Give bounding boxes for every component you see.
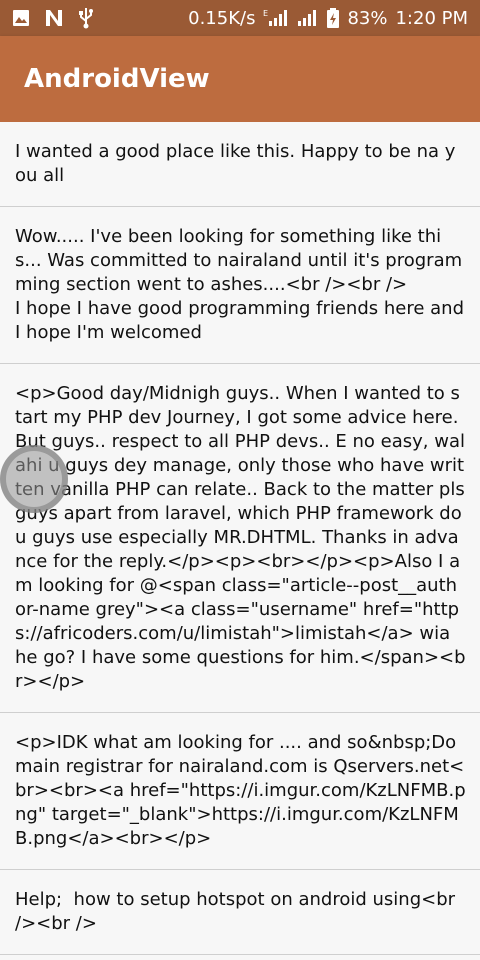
list-item[interactable]: Wow..... I've been looking for something… xyxy=(0,207,480,364)
status-bar: 0.15K/s E 83% 1:20 PM xyxy=(0,0,480,36)
app-bar: AndroidView xyxy=(0,36,480,122)
list-item[interactable]: Help; how to setup hotspot on android us… xyxy=(0,870,480,955)
post-text: I wanted a good place like this. Happy t… xyxy=(15,141,456,186)
battery-percent: 83% xyxy=(347,7,388,29)
status-bar-system: 0.15K/s E 83% 1:20 PM xyxy=(188,8,468,29)
signal-e-icon: E xyxy=(263,9,289,27)
post-text: <p>Good day/Midnigh guys.. When I wanted… xyxy=(15,383,471,692)
gallery-notification-icon xyxy=(12,9,30,27)
list-item[interactable]: <p>IDK what am looking for .... and so&n… xyxy=(0,713,480,870)
svg-text:E: E xyxy=(263,9,268,18)
app-title: AndroidView xyxy=(24,64,210,94)
clock: 1:20 PM xyxy=(395,7,468,29)
usb-icon xyxy=(78,7,94,29)
n-notification-icon xyxy=(44,9,64,27)
battery-icon xyxy=(327,8,340,28)
post-list[interactable]: I wanted a good place like this. Happy t… xyxy=(0,122,480,960)
status-bar-notifications xyxy=(12,7,94,29)
touch-indicator xyxy=(0,445,68,513)
signal-icon xyxy=(297,9,319,27)
post-text: <p>IDK what am looking for .... and so&n… xyxy=(15,732,466,849)
post-text: Wow..... I've been looking for something… xyxy=(15,226,465,343)
post-text: Help; how to setup hotspot on android us… xyxy=(15,889,461,934)
list-item[interactable]: I wanted a good place like this. Happy t… xyxy=(0,122,480,207)
list-item[interactable]: <p>Good day/Midnigh guys.. When I wanted… xyxy=(0,364,480,713)
network-speed: 0.15K/s xyxy=(188,7,256,29)
